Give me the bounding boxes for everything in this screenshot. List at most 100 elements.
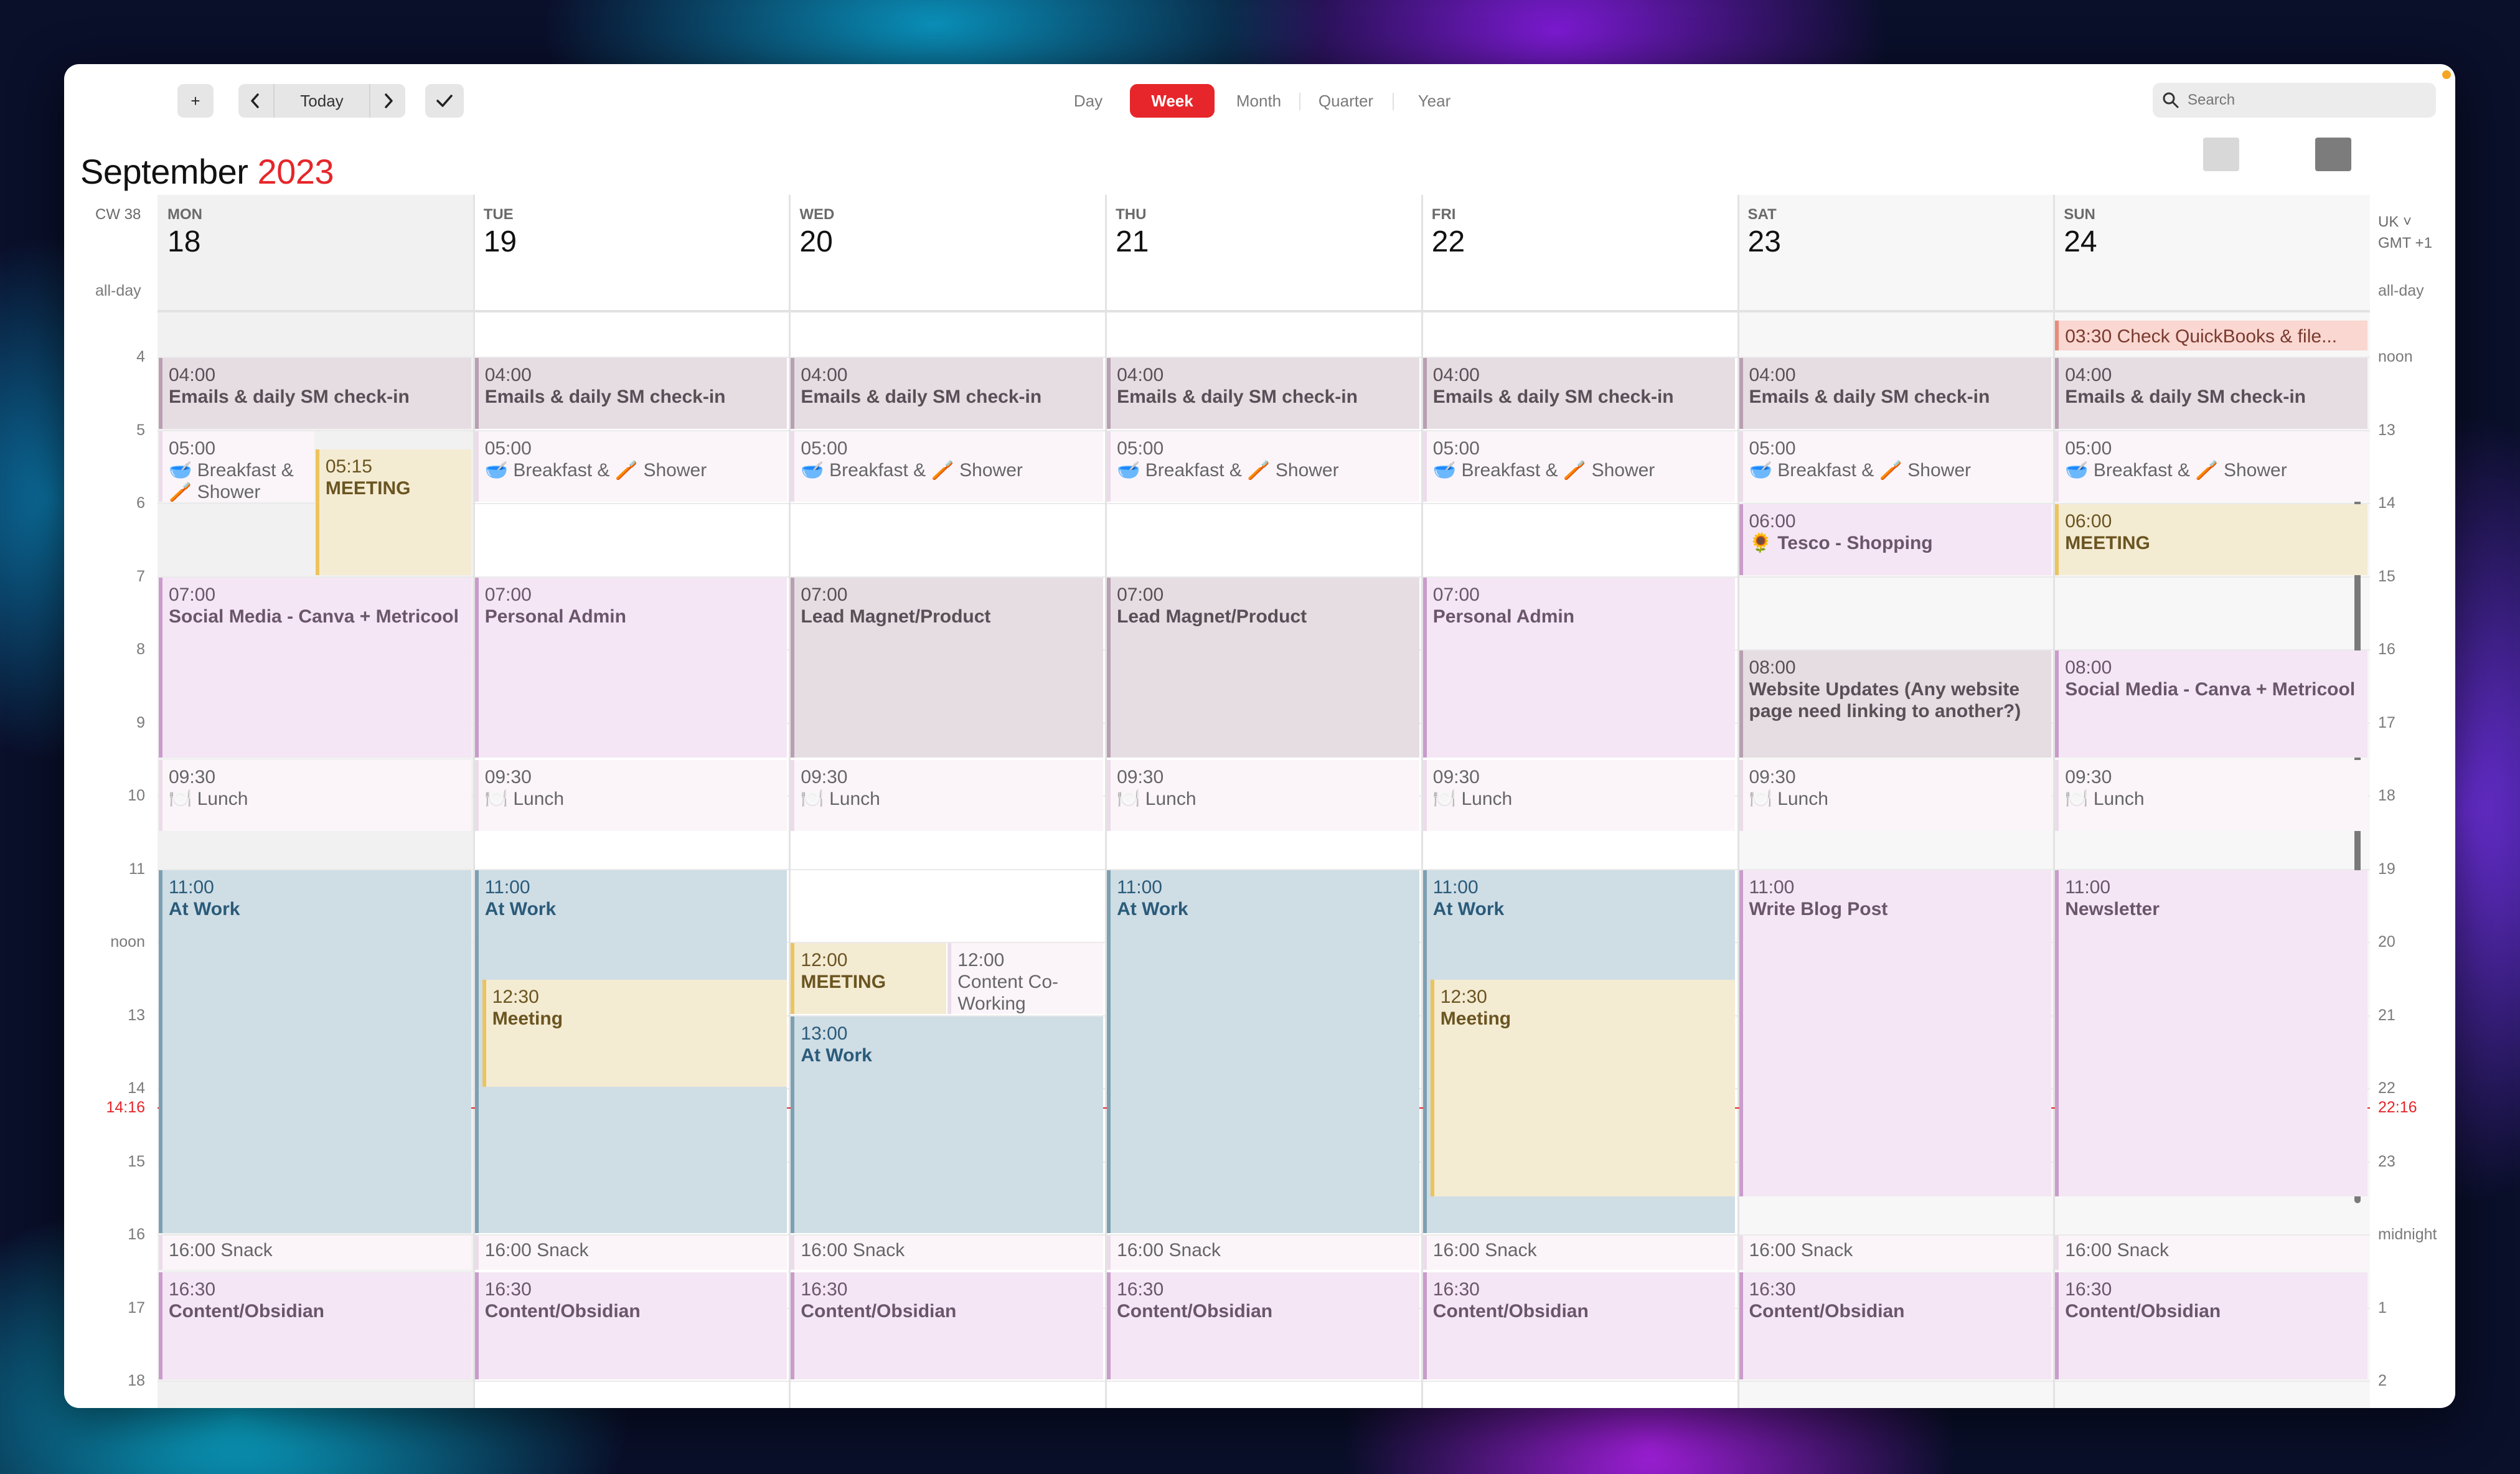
event-title: Meeting xyxy=(492,1008,563,1029)
calendar-event[interactable]: 09:30 🍽️ Lunch xyxy=(2055,760,2367,831)
day-header-number[interactable]: 18 xyxy=(167,225,200,259)
event-title: At Work xyxy=(484,898,557,919)
calendar-event[interactable]: 06:00 🌻 Tesco - Shopping xyxy=(1739,504,2052,575)
calendar-event[interactable]: 16:30 Content/Obsidian xyxy=(1107,1272,1419,1379)
day-header-name[interactable]: SUN xyxy=(2064,206,2095,223)
event-time: 07:00 xyxy=(484,584,532,605)
event-title: MEETING xyxy=(801,972,886,992)
event-time: 07:00 xyxy=(801,584,848,605)
calendar-event[interactable]: 05:00 🥣 Breakfast & 🪥 Shower xyxy=(2055,431,2367,502)
calendar-event[interactable]: 04:00 Emails & daily SM check-in xyxy=(1107,358,1419,429)
calendar-event[interactable]: 16:00 Snack xyxy=(2055,1236,2367,1270)
calendar-event[interactable]: 16:00 Snack xyxy=(1739,1236,2052,1270)
timezone-selector[interactable]: UK ˅ xyxy=(2378,214,2412,231)
calendar-event[interactable]: 07:00 Personal Admin xyxy=(474,577,788,758)
calendar-event[interactable]: 09:30 🍽️ Lunch xyxy=(159,760,471,831)
calendar-event[interactable]: 03:30 Check QuickBooks & file... xyxy=(2055,321,2367,350)
calendar-event[interactable]: 04:00 Emails & daily SM check-in xyxy=(474,358,788,429)
calendar-event[interactable]: 05:00 🥣 Breakfast & 🪥 Shower xyxy=(791,431,1104,502)
event-time: 12:30 xyxy=(492,986,539,1007)
calendar-event[interactable]: 12:00 Content Co-Working xyxy=(947,943,1104,1014)
calendar-event[interactable]: 05:00 🥣 Breakfast & 🪥 Shower xyxy=(1107,431,1419,502)
calendar-event[interactable]: 16:30 Content/Obsidian xyxy=(2055,1272,2367,1379)
calendar-event[interactable]: 11:00 Newsletter xyxy=(2055,870,2367,1197)
day-header-number[interactable]: 24 xyxy=(2064,225,2097,259)
day-header-name[interactable]: TUE xyxy=(484,206,514,223)
event-title: 🥣 Breakfast & 🪥 Shower xyxy=(1432,459,1655,481)
event-title: 🥣 Breakfast & 🪥 Shower xyxy=(1117,459,1339,481)
calendar-event[interactable]: 07:00 Lead Magnet/Product xyxy=(1107,577,1419,758)
calendar-event[interactable]: 16:30 Content/Obsidian xyxy=(159,1272,471,1379)
event-title: Content/Obsidian xyxy=(1749,1300,1905,1321)
calendar-event[interactable]: 06:00 MEETING xyxy=(2055,504,2367,575)
event-title: 🥣 Breakfast & 🪥 Shower xyxy=(169,459,294,502)
calendar-event[interactable]: 04:00 Emails & daily SM check-in xyxy=(2055,358,2367,429)
hour-label-secondary: 1 xyxy=(2378,1298,2387,1317)
calendar-event[interactable]: 05:00 🥣 Breakfast & 🪥 Shower xyxy=(1422,431,1736,502)
day-header-number[interactable]: 23 xyxy=(1748,225,1781,259)
calendar-event[interactable]: 11:00 At Work xyxy=(159,870,471,1233)
calendar-event[interactable]: 05:00 🥣 Breakfast & 🪥 Shower xyxy=(159,431,314,502)
calendar-event[interactable]: 07:00 Social Media - Canva + Metricool xyxy=(159,577,471,758)
event-title: Social Media - Canva + Metricool xyxy=(2065,679,2356,700)
day-header-name[interactable]: SAT xyxy=(1748,206,1777,223)
calendar-event[interactable]: 05:00 🥣 Breakfast & 🪥 Shower xyxy=(1739,431,2052,502)
calendar-event[interactable]: 04:00 Emails & daily SM check-in xyxy=(1739,358,2052,429)
calendar-event[interactable]: 08:00 Website Updates (Any website page n… xyxy=(1739,650,2052,758)
event-time: 04:00 xyxy=(484,365,532,385)
calendar-event[interactable]: 07:00 Lead Magnet/Product xyxy=(791,577,1104,758)
calendar-event[interactable]: 16:00 Snack xyxy=(159,1236,471,1270)
calendar-event[interactable]: 07:00 Personal Admin xyxy=(1422,577,1736,758)
day-header-number[interactable]: 21 xyxy=(1116,225,1149,259)
event-time: 16:30 xyxy=(169,1279,216,1300)
day-header-number[interactable]: 19 xyxy=(484,225,517,259)
calendar-event[interactable]: 16:00 Snack xyxy=(1107,1236,1419,1270)
event-time: 04:00 xyxy=(1749,365,1796,385)
calendar-event[interactable]: 16:00 Snack xyxy=(791,1236,1104,1270)
event-time: 07:00 xyxy=(1432,584,1480,605)
event-time: 09:30 xyxy=(484,767,532,788)
event-time: 16:30 xyxy=(1432,1279,1480,1300)
event-title: Content/Obsidian xyxy=(484,1300,641,1321)
event-title: Lead Magnet/Product xyxy=(801,606,991,627)
day-header-number[interactable]: 22 xyxy=(1432,225,1465,259)
calendar-event[interactable]: 05:00 🥣 Breakfast & 🪥 Shower xyxy=(474,431,788,502)
calendar-event[interactable]: 16:30 Content/Obsidian xyxy=(1422,1272,1736,1379)
event-title: 🍽️ Lunch xyxy=(1749,789,1828,810)
calendar-event[interactable]: 16:30 Content/Obsidian xyxy=(1739,1272,2052,1379)
event-time: 11:00 xyxy=(1117,876,1162,898)
calendar-event[interactable]: 16:00 Snack xyxy=(1422,1236,1736,1270)
calendar-event[interactable]: 16:00 Snack xyxy=(474,1236,788,1270)
calendar-event[interactable]: 05:15 MEETING xyxy=(315,449,471,575)
event-time: 05:00 xyxy=(169,438,216,459)
calendar-event[interactable]: 09:30 🍽️ Lunch xyxy=(791,760,1104,831)
day-header-name[interactable]: WED xyxy=(799,206,834,223)
calendar-event[interactable]: 04:00 Emails & daily SM check-in xyxy=(791,358,1104,429)
calendar-event[interactable]: 12:30 Meeting xyxy=(482,979,788,1087)
calendar-event[interactable]: 09:30 🍽️ Lunch xyxy=(474,760,788,831)
calendar-event[interactable]: 09:30 🍽️ Lunch xyxy=(1107,760,1419,831)
calendar-event[interactable]: 11:00 Write Blog Post xyxy=(1739,870,2052,1197)
day-header-name[interactable]: THU xyxy=(1116,206,1146,223)
day-header-name[interactable]: MON xyxy=(167,206,202,223)
day-header-number[interactable]: 20 xyxy=(799,225,832,259)
calendar-event[interactable]: 09:30 🍽️ Lunch xyxy=(1739,760,2052,831)
event-time: 09:30 xyxy=(1432,767,1480,788)
calendar-event[interactable]: 13:00 At Work xyxy=(791,1016,1104,1233)
calendar-event[interactable]: 04:00 Emails & daily SM check-in xyxy=(1422,358,1736,429)
event-time: 05:00 xyxy=(801,438,848,459)
all-day-label: all-day xyxy=(95,282,141,299)
event-title: Content/Obsidian xyxy=(169,1300,324,1321)
calendar-event[interactable]: 04:00 Emails & daily SM check-in xyxy=(159,358,471,429)
event-time: 09:30 xyxy=(2065,767,2112,788)
calendar-event[interactable]: 08:00 Social Media - Canva + Metricool xyxy=(2055,650,2367,758)
calendar-event[interactable]: 16:30 Content/Obsidian xyxy=(474,1272,788,1379)
calendar-event[interactable]: 12:30 Meeting xyxy=(1430,979,1736,1197)
calendar-event[interactable]: 16:30 Content/Obsidian xyxy=(791,1272,1104,1379)
calendar-event[interactable]: 11:00 At Work xyxy=(1107,870,1419,1233)
event-title: Snack xyxy=(220,1240,273,1260)
day-header-name[interactable]: FRI xyxy=(1432,206,1456,223)
calendar-event[interactable]: 12:00 MEETING xyxy=(791,943,947,1014)
event-title: Snack xyxy=(852,1240,905,1260)
calendar-event[interactable]: 09:30 🍽️ Lunch xyxy=(1422,760,1736,831)
